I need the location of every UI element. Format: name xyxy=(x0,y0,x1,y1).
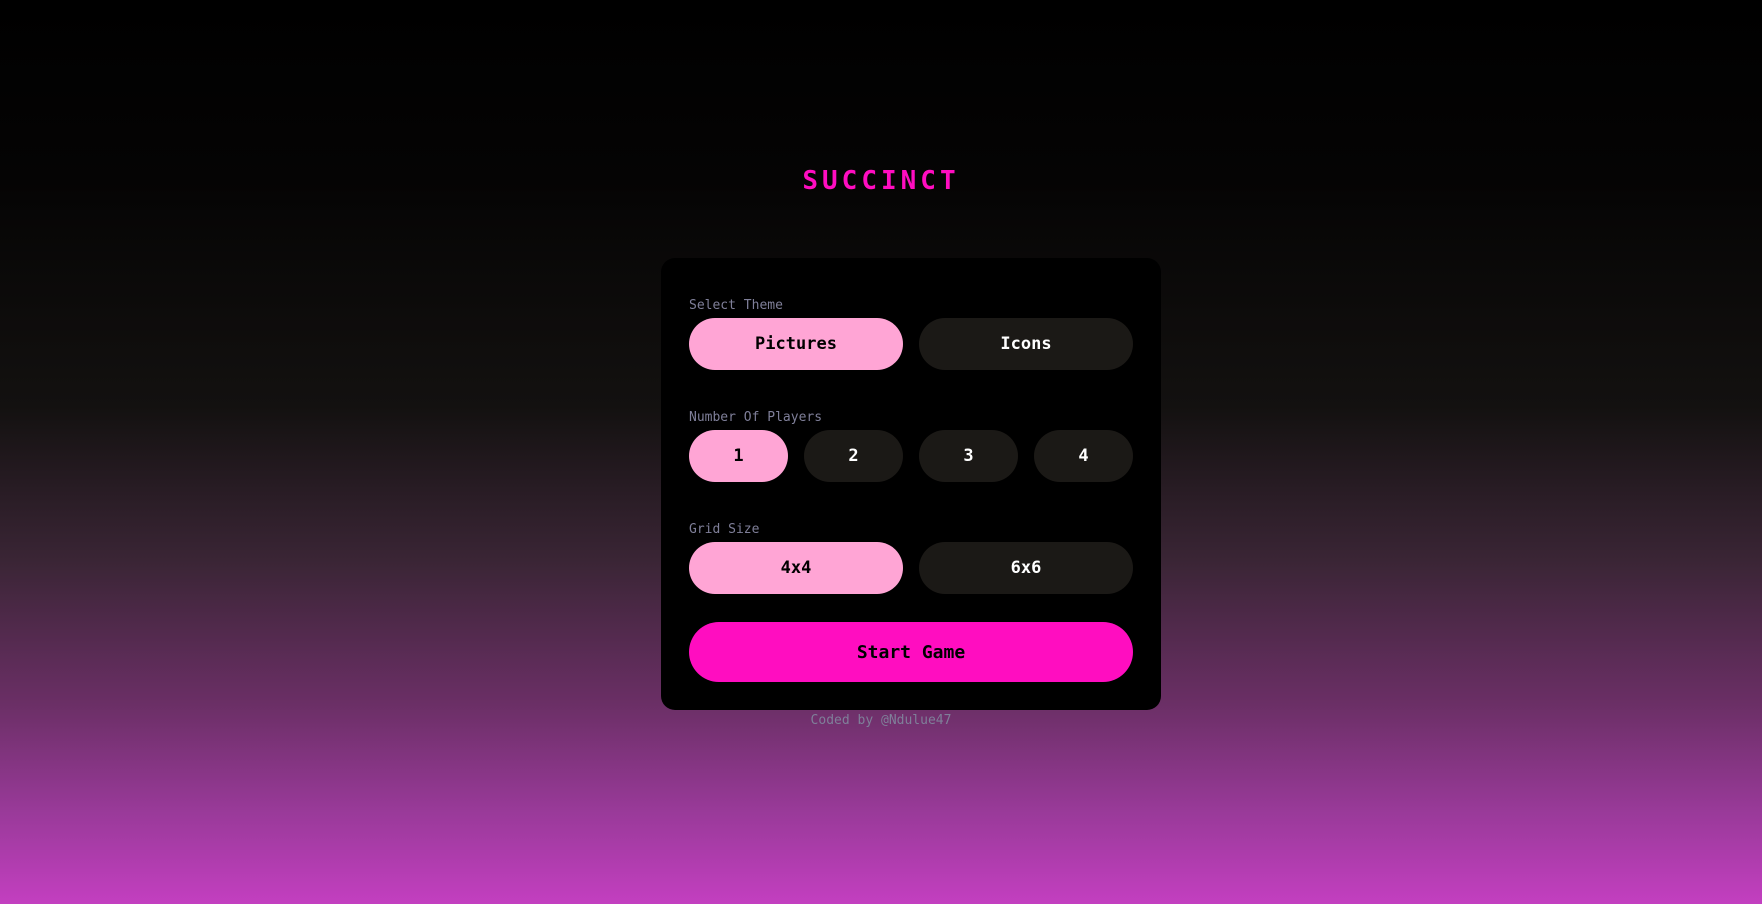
settings-card: Select Theme Pictures Icons Number Of Pl… xyxy=(661,258,1161,710)
players-option-3[interactable]: 3 xyxy=(919,430,1018,482)
app-title: SUCCINCT xyxy=(802,166,960,196)
start-game-button[interactable]: Start Game xyxy=(689,622,1133,682)
players-option-1[interactable]: 1 xyxy=(689,430,788,482)
grid-option-6x6[interactable]: 6x6 xyxy=(919,542,1133,594)
players-label: Number Of Players xyxy=(689,410,823,425)
grid-option-4x4[interactable]: 4x4 xyxy=(689,542,903,594)
theme-option-icons[interactable]: Icons xyxy=(919,318,1133,370)
footer-credit: Coded by @Ndulue47 xyxy=(810,713,952,728)
players-option-2[interactable]: 2 xyxy=(804,430,903,482)
theme-option-pictures[interactable]: Pictures xyxy=(689,318,903,370)
grid-size-label: Grid Size xyxy=(689,522,760,537)
players-option-4[interactable]: 4 xyxy=(1034,430,1133,482)
theme-label: Select Theme xyxy=(689,298,783,313)
